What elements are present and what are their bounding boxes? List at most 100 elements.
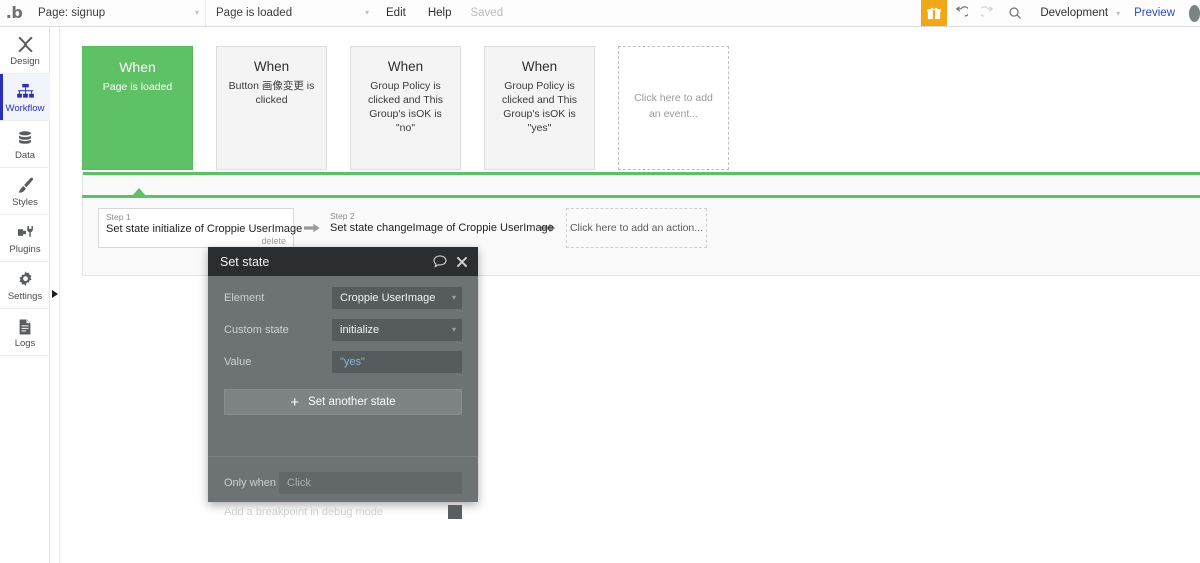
- redo-icon[interactable]: [974, 0, 1001, 26]
- sidebar-item-design[interactable]: Design: [0, 27, 50, 74]
- save-status: Saved: [462, 0, 511, 26]
- event-card-description: Group Policy is clicked and This Group's…: [367, 80, 444, 135]
- workflow-icon: [16, 80, 35, 101]
- steps-panel-accent-bar: [83, 172, 1200, 175]
- chevron-down-icon: ▾: [1116, 8, 1121, 18]
- event-card-description: Button 画像変更 is clicked: [228, 80, 315, 107]
- gift-icon[interactable]: [921, 0, 948, 26]
- step-number: Step 1: [106, 212, 131, 222]
- chevron-down-icon: ▾: [451, 293, 456, 302]
- undo-icon[interactable]: [947, 0, 974, 26]
- sidebar-item-label: Settings: [7, 291, 43, 303]
- only-when-label: Only when: [224, 477, 276, 489]
- event-card-when: When: [253, 59, 290, 74]
- close-icon[interactable]: [456, 256, 468, 268]
- add-action-placeholder: Click here to add an action...: [569, 222, 704, 234]
- value-input-text: "yes": [340, 356, 365, 368]
- workflow-connector-line: [82, 195, 1200, 198]
- sidebar-item-label: Plugins: [9, 244, 41, 256]
- event-card-description: Group Policy is clicked and This Group's…: [501, 80, 578, 135]
- preview-button[interactable]: Preview: [1124, 0, 1185, 26]
- set-another-state-label: Set another state: [308, 396, 396, 408]
- sidebar-item-plugins[interactable]: Plugins: [0, 215, 50, 262]
- value-label: Value: [224, 356, 252, 368]
- expand-arrow-icon[interactable]: [52, 290, 58, 298]
- custom-state-dropdown-value: initialize: [340, 324, 380, 336]
- help-menu-label: Help: [427, 7, 452, 19]
- workflow-connector-pointer: [132, 188, 146, 196]
- event-card-description: Page is loaded: [102, 80, 173, 93]
- version-selector-label: Development: [1040, 7, 1109, 19]
- breakpoint-checkbox[interactable]: [448, 505, 462, 519]
- sidebar-item-label: Logs: [14, 338, 36, 350]
- set-another-state-button[interactable]: + Set another state: [224, 389, 462, 415]
- search-icon[interactable]: [1001, 0, 1028, 26]
- sidebar-item-label: Styles: [12, 197, 38, 209]
- sidebar-item-label: Data: [14, 150, 36, 162]
- element-label: Element: [224, 292, 265, 304]
- plugins-icon: [16, 221, 35, 242]
- bubble-editor-window: .b Page: signup ▾ Page is loaded ▾ Edit …: [0, 0, 1200, 563]
- element-dropdown[interactable]: Croppie UserImage ▾: [332, 287, 462, 309]
- workflow-step[interactable]: Step 2 Set state changeImage of Croppie …: [330, 208, 554, 248]
- preview-button-label: Preview: [1134, 7, 1175, 19]
- sidebar-item-styles[interactable]: Styles: [0, 168, 50, 215]
- sidebar-item-logs[interactable]: Logs: [0, 309, 50, 356]
- data-icon: [16, 127, 34, 148]
- gear-icon: [16, 268, 35, 289]
- chevron-down-icon: ▾: [364, 8, 369, 17]
- version-selector[interactable]: Development ▾: [1028, 0, 1124, 26]
- sidebar-item-settings[interactable]: Settings: [0, 262, 50, 309]
- chevron-down-icon: ▾: [194, 8, 199, 17]
- only-when-row: Only when Click: [224, 472, 462, 494]
- custom-state-dropdown[interactable]: initialize ▾: [332, 319, 462, 341]
- step-title: Set state initialize of Croppie UserImag…: [106, 223, 303, 236]
- property-editor-divider: [208, 456, 478, 457]
- edit-menu[interactable]: Edit: [375, 0, 417, 26]
- event-card[interactable]: When Group Policy is clicked and This Gr…: [350, 46, 461, 170]
- page-selector[interactable]: Page: signup ▾: [28, 0, 205, 26]
- add-action-button[interactable]: Click here to add an action...: [566, 208, 707, 248]
- custom-state-label: Custom state: [224, 324, 289, 336]
- property-editor-header[interactable]: Set state: [208, 247, 478, 276]
- page-selector-label: Page: signup: [38, 7, 106, 19]
- event-selector-label: Page is loaded: [216, 7, 293, 19]
- value-input[interactable]: "yes": [332, 351, 462, 373]
- sidebar-item-workflow[interactable]: Workflow: [0, 74, 50, 121]
- sidebar-item-data[interactable]: Data: [0, 121, 50, 168]
- help-menu[interactable]: Help: [417, 0, 463, 26]
- logo-b-icon: .b: [5, 3, 23, 22]
- edit-menu-label: Edit: [386, 7, 406, 19]
- value-row: Value "yes": [224, 351, 462, 373]
- left-sidebar: Design Workflow Data Styles Plugins Sett…: [0, 27, 50, 563]
- bubble-logo[interactable]: .b: [0, 0, 28, 26]
- event-selector[interactable]: Page is loaded ▾: [205, 0, 375, 26]
- only-when-input[interactable]: Click: [279, 472, 462, 494]
- breakpoint-row[interactable]: Add a breakpoint in debug mode: [224, 505, 462, 519]
- step-delete-link[interactable]: delete: [261, 236, 286, 246]
- event-card[interactable]: When Button 画像変更 is clicked: [216, 46, 327, 170]
- step-number: Step 2: [330, 211, 355, 221]
- workflow-step[interactable]: Step 1 Set state initialize of Croppie U…: [98, 208, 303, 248]
- add-event-placeholder: Click here to add an event...: [634, 92, 713, 120]
- sidebar-item-label: Design: [10, 56, 40, 68]
- top-toolbar: .b Page: signup ▾ Page is loaded ▾ Edit …: [0, 0, 1200, 27]
- event-card[interactable]: When Page is loaded: [82, 46, 193, 170]
- sidebar-item-label: Workflow: [5, 103, 45, 115]
- only-when-placeholder: Click: [287, 477, 311, 489]
- event-card[interactable]: When Group Policy is clicked and This Gr…: [484, 46, 595, 170]
- avatar-image: [1189, 4, 1200, 22]
- element-row: Element Croppie UserImage ▾: [224, 287, 462, 309]
- avatar[interactable]: [1185, 0, 1200, 26]
- styles-icon: [16, 174, 35, 195]
- add-event-card[interactable]: Click here to add an event...: [618, 46, 729, 170]
- element-dropdown-value: Croppie UserImage: [340, 292, 436, 304]
- custom-state-row: Custom state initialize ▾: [224, 319, 462, 341]
- steps-list: Step 1 Set state initialize of Croppie U…: [98, 208, 707, 248]
- property-editor-panel: Set state Element Croppie UserImage ▾ Cu…: [208, 247, 478, 519]
- event-card-when: When: [387, 59, 424, 74]
- breakpoint-label: Add a breakpoint in debug mode: [224, 506, 384, 518]
- plus-icon: +: [290, 393, 300, 411]
- comment-icon[interactable]: [433, 255, 447, 268]
